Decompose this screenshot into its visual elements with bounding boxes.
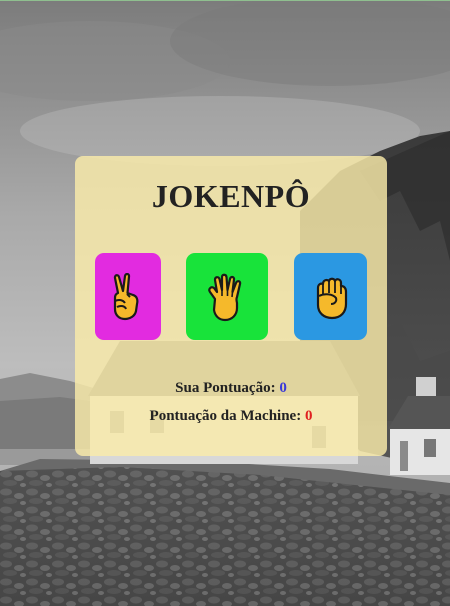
- paper-button[interactable]: [186, 253, 268, 340]
- machine-score-label: Pontuação da Machine:: [149, 408, 302, 424]
- player-score-value: 0: [279, 380, 287, 396]
- raised-hand-icon: [208, 273, 242, 321]
- machine-score: Pontuação da Machine: 0: [75, 408, 387, 425]
- victory-hand-icon: [113, 272, 139, 320]
- raised-fist-icon: [316, 277, 347, 319]
- rock-button[interactable]: [294, 253, 367, 340]
- player-score: Sua Pontuação: 0: [75, 380, 387, 397]
- machine-score-value: 0: [304, 408, 313, 424]
- game-title: JOKENPÔ: [151, 178, 311, 214]
- player-score-label: Sua Pontuação:: [175, 380, 276, 396]
- scissors-button[interactable]: [95, 253, 161, 340]
- game-card: JOKENPÔ Sua Pontuação: 0 Pontuação da Ma…: [75, 156, 387, 456]
